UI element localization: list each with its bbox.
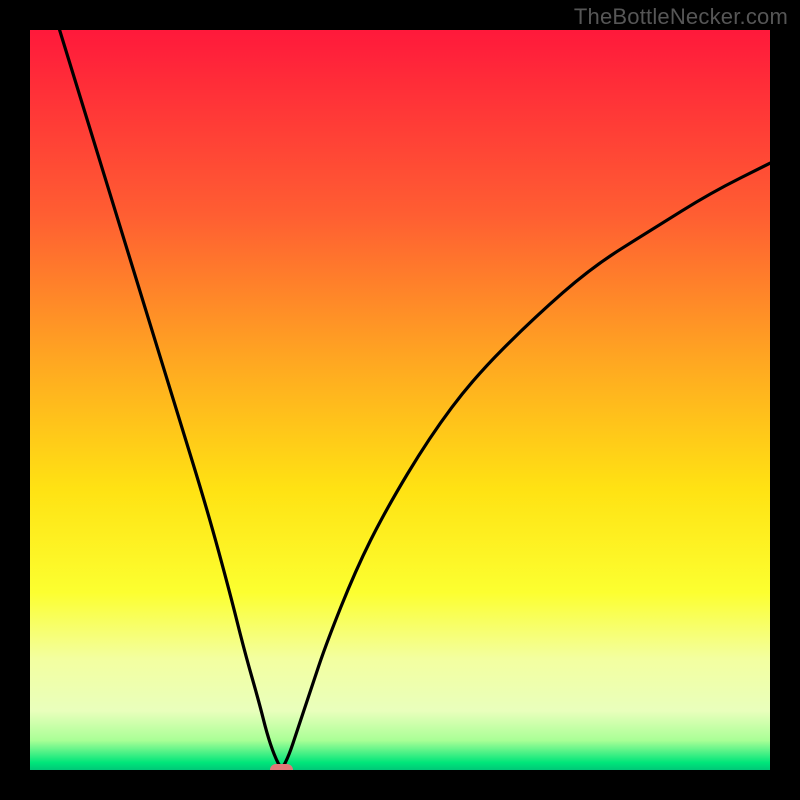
- chart-stage: TheBottleNecker.com: [0, 0, 800, 800]
- watermark-text: TheBottleNecker.com: [574, 4, 788, 30]
- bottleneck-curve: [30, 30, 770, 770]
- optimal-marker: [270, 764, 294, 770]
- plot-area: [30, 30, 770, 770]
